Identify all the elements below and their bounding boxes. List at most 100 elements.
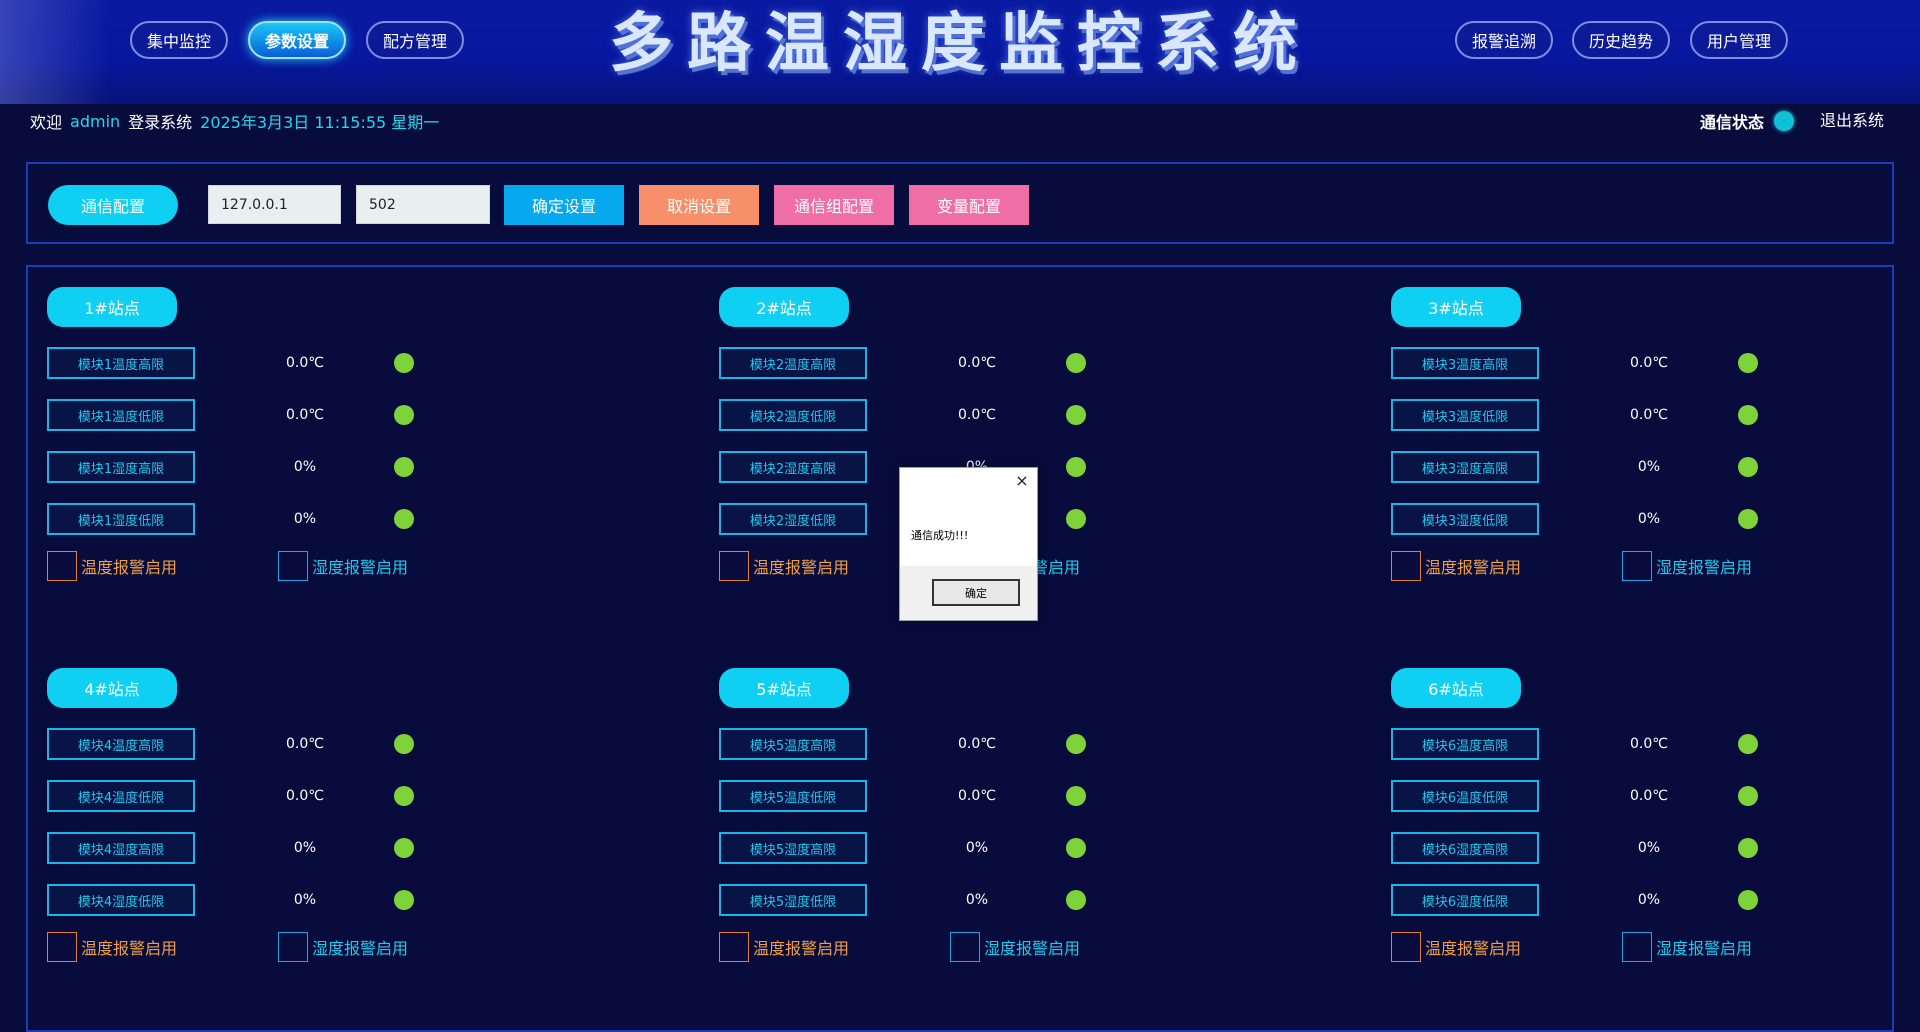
comm-status-indicator-icon — [1774, 111, 1795, 131]
temp-alarm-enable-checkbox[interactable]: 温度报警启用 — [1391, 932, 1521, 962]
checkbox-box[interactable] — [47, 932, 77, 962]
status-indicator-icon — [394, 786, 414, 806]
humid-alarm-enable-checkbox[interactable]: 湿度报警启用 — [278, 932, 408, 962]
nav-centralized-monitoring[interactable]: 集中监控 — [130, 21, 228, 59]
dialog-message: 通信成功!!! — [911, 529, 969, 542]
status-indicator-icon — [1066, 838, 1086, 858]
variable-config-button[interactable]: 变量配置 — [909, 185, 1029, 225]
nav-user-management[interactable]: 用户管理 — [1690, 21, 1788, 59]
checkbox-box[interactable] — [1391, 551, 1421, 581]
status-indicator-icon — [1738, 457, 1758, 477]
status-indicator-icon — [1738, 509, 1758, 529]
comm-config-button[interactable]: 通信配置 — [48, 185, 178, 225]
param-value: 0.0℃ — [286, 355, 324, 371]
param-value: 0.0℃ — [958, 407, 996, 423]
nav-history-trend[interactable]: 历史趋势 — [1572, 21, 1670, 59]
param-button[interactable]: 模块5温度低限 — [719, 780, 867, 812]
param-value: 0.0℃ — [286, 407, 324, 423]
humid-alarm-enable-checkbox[interactable]: 湿度报警启用 — [278, 551, 408, 581]
param-button[interactable]: 模块6温度高限 — [1391, 728, 1539, 760]
ip-address-input[interactable] — [208, 185, 341, 224]
param-button[interactable]: 模块5湿度高限 — [719, 832, 867, 864]
nav-alarm-trace[interactable]: 报警追溯 — [1455, 21, 1553, 59]
param-button[interactable]: 模块3湿度高限 — [1391, 451, 1539, 483]
checkbox-box[interactable] — [719, 551, 749, 581]
station-label: 5#站点 — [719, 668, 849, 708]
port-input[interactable] — [356, 185, 490, 224]
param-button[interactable]: 模块3温度高限 — [1391, 347, 1539, 379]
station-label: 2#站点 — [719, 287, 849, 327]
temp-alarm-enable-checkbox[interactable]: 温度报警启用 — [47, 932, 177, 962]
temp-alarm-enable-checkbox[interactable]: 温度报警启用 — [719, 551, 849, 581]
param-button[interactable]: 模块2温度低限 — [719, 399, 867, 431]
checkbox-box[interactable] — [1622, 932, 1652, 962]
cancel-settings-button[interactable]: 取消设置 — [639, 185, 759, 225]
checkbox-label: 湿度报警启用 — [984, 939, 1081, 958]
header-bar: 集中监控 参数设置 配方管理 多路温湿度监控系统 报警追溯 历史趋势 用户管理 — [0, 0, 1920, 104]
param-button[interactable]: 模块3温度低限 — [1391, 399, 1539, 431]
station-label: 3#站点 — [1391, 287, 1521, 327]
param-value: 0% — [1637, 511, 1661, 527]
checkbox-box[interactable] — [278, 932, 308, 962]
status-indicator-icon — [394, 838, 414, 858]
param-button[interactable]: 模块1湿度低限 — [47, 503, 195, 535]
temp-alarm-enable-checkbox[interactable]: 温度报警启用 — [47, 551, 177, 581]
message-dialog: × 通信成功!!! 确定 — [899, 467, 1038, 621]
humid-alarm-enable-checkbox[interactable]: 湿度报警启用 — [1622, 551, 1752, 581]
nav-recipe-management[interactable]: 配方管理 — [366, 21, 464, 59]
confirm-settings-button[interactable]: 确定设置 — [504, 185, 624, 225]
humid-alarm-enable-checkbox[interactable]: 湿度报警启用 — [950, 932, 1080, 962]
param-value: 0.0℃ — [286, 788, 324, 804]
checkbox-label: 温度报警启用 — [753, 939, 850, 958]
param-button[interactable]: 模块4湿度低限 — [47, 884, 195, 916]
param-button[interactable]: 模块3湿度低限 — [1391, 503, 1539, 535]
status-indicator-icon — [394, 457, 414, 477]
checkbox-box[interactable] — [719, 932, 749, 962]
param-value: 0% — [293, 840, 317, 856]
param-button[interactable]: 模块5湿度低限 — [719, 884, 867, 916]
param-button[interactable]: 模块1温度高限 — [47, 347, 195, 379]
param-value: 0% — [293, 892, 317, 908]
status-indicator-icon — [1066, 509, 1086, 529]
param-button[interactable]: 模块2温度高限 — [719, 347, 867, 379]
dialog-footer: 确定 — [900, 566, 1037, 620]
param-value: 0.0℃ — [1630, 407, 1668, 423]
page-title: 多路温湿度监控系统 — [609, 7, 1311, 81]
checkbox-box[interactable] — [278, 551, 308, 581]
param-button[interactable]: 模块4温度低限 — [47, 780, 195, 812]
temp-alarm-enable-checkbox[interactable]: 温度报警启用 — [1391, 551, 1521, 581]
param-button[interactable]: 模块1温度低限 — [47, 399, 195, 431]
param-button[interactable]: 模块2湿度高限 — [719, 451, 867, 483]
checkbox-box[interactable] — [1391, 932, 1421, 962]
checkbox-box[interactable] — [950, 932, 980, 962]
nav-parameter-settings[interactable]: 参数设置 — [248, 21, 346, 59]
logout-button[interactable]: 退出系统 — [1820, 108, 1884, 134]
close-icon[interactable]: × — [1013, 472, 1031, 490]
temp-alarm-enable-checkbox[interactable]: 温度报警启用 — [719, 932, 849, 962]
welcome-text: 欢迎 — [30, 113, 63, 132]
checkbox-box[interactable] — [1622, 551, 1652, 581]
param-button[interactable]: 模块6湿度高限 — [1391, 832, 1539, 864]
param-button[interactable]: 模块6湿度低限 — [1391, 884, 1539, 916]
param-button[interactable]: 模块5温度高限 — [719, 728, 867, 760]
param-value: 0.0℃ — [958, 736, 996, 752]
status-indicator-icon — [1738, 838, 1758, 858]
param-value: 0% — [293, 459, 317, 475]
current-user: admin — [70, 111, 121, 131]
param-button[interactable]: 模块6温度低限 — [1391, 780, 1539, 812]
checkbox-box[interactable] — [47, 551, 77, 581]
status-indicator-icon — [1066, 890, 1086, 910]
comm-group-config-button[interactable]: 通信组配置 — [774, 185, 894, 225]
humid-alarm-enable-checkbox[interactable]: 湿度报警启用 — [1622, 932, 1752, 962]
station-label: 6#站点 — [1391, 668, 1521, 708]
param-button[interactable]: 模块4温度高限 — [47, 728, 195, 760]
status-indicator-icon — [394, 353, 414, 373]
param-button[interactable]: 模块2湿度低限 — [719, 503, 867, 535]
comm-status: 通信状态 — [1700, 108, 1795, 134]
param-button[interactable]: 模块4湿度高限 — [47, 832, 195, 864]
dialog-ok-button[interactable]: 确定 — [932, 579, 1020, 606]
status-indicator-icon — [1738, 734, 1758, 754]
stations-panel — [26, 265, 1894, 1032]
param-button[interactable]: 模块1湿度高限 — [47, 451, 195, 483]
status-indicator-icon — [394, 890, 414, 910]
